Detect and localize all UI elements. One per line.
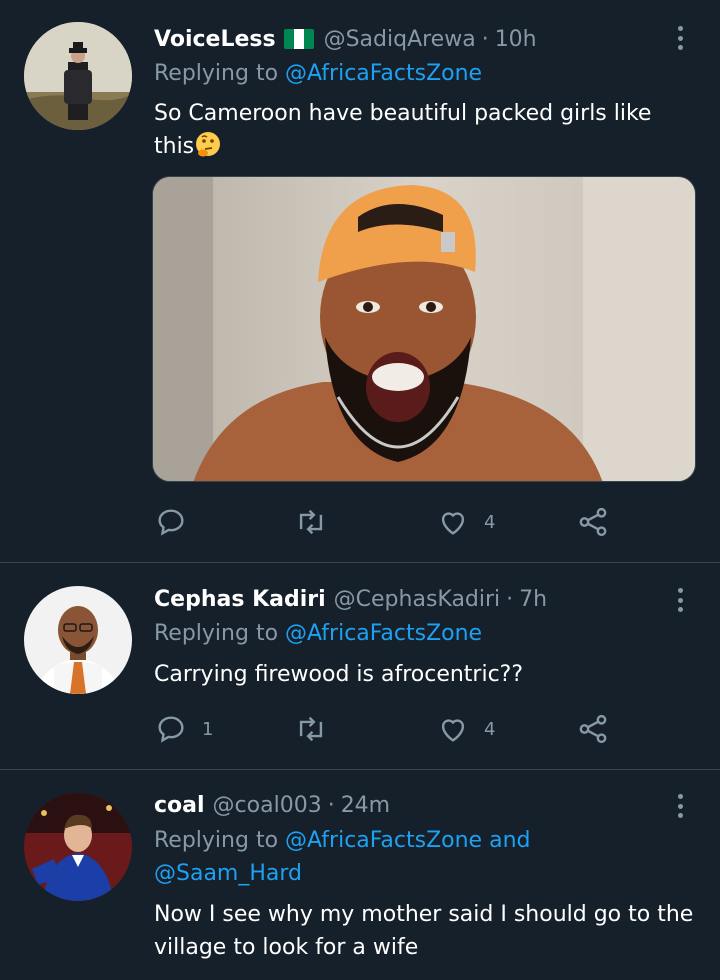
tweet-header: coal @coal003 · 24m bbox=[154, 788, 390, 822]
tweet-actions: 4 bbox=[154, 502, 624, 542]
retweet-button[interactable] bbox=[294, 502, 342, 542]
tweet-text: So Cameroon have beautiful packed girls … bbox=[154, 97, 694, 163]
separator-dot: · bbox=[481, 26, 489, 52]
nigeria-flag-icon bbox=[283, 29, 314, 49]
thinking-face-icon bbox=[196, 132, 221, 157]
reply-button[interactable]: 1 bbox=[154, 709, 213, 749]
like-icon bbox=[441, 719, 465, 742]
display-name[interactable]: VoiceLess bbox=[154, 27, 276, 52]
tweet-3[interactable]: coal @coal003 · 24m Replying to @AfricaF… bbox=[0, 770, 720, 980]
avatar-image bbox=[24, 22, 132, 130]
replying-prefix: Replying to bbox=[154, 61, 279, 86]
mention-link[interactable]: @Saam_Hard bbox=[154, 861, 302, 886]
retweet-button[interactable] bbox=[294, 709, 342, 749]
more-vertical-icon[interactable] bbox=[670, 23, 690, 53]
timestamp[interactable]: 10h bbox=[495, 27, 537, 52]
display-name[interactable]: coal bbox=[154, 793, 205, 818]
replying-prefix: Replying to bbox=[154, 621, 279, 646]
share-button[interactable] bbox=[576, 709, 610, 749]
like-count: 4 bbox=[484, 718, 496, 740]
tweet-2[interactable]: Cephas Kadiri @CephasKadiri · 7h Replyin… bbox=[0, 563, 720, 768]
mention-link[interactable]: @AfricaFactsZone bbox=[285, 828, 482, 853]
tweet-header: Cephas Kadiri @CephasKadiri · 7h bbox=[154, 582, 547, 616]
avatar[interactable] bbox=[24, 22, 132, 130]
tweet-actions: 1 4 bbox=[154, 709, 624, 749]
like-count: 4 bbox=[484, 511, 496, 533]
tweet-1[interactable]: VoiceLess @SadiqArewa · 10h Replying to … bbox=[0, 0, 720, 562]
timestamp[interactable]: 24m bbox=[341, 793, 390, 818]
replying-to: Replying to @AfricaFactsZone bbox=[154, 57, 482, 90]
avatar-image bbox=[24, 586, 132, 694]
display-name[interactable]: Cephas Kadiri bbox=[154, 587, 326, 612]
more-vertical-icon[interactable] bbox=[670, 791, 690, 821]
avatar-image bbox=[24, 793, 132, 901]
separator-dot: · bbox=[327, 792, 335, 818]
handle[interactable]: @CephasKadiri bbox=[334, 587, 501, 612]
tweet-text: Carrying firewood is afrocentric?? bbox=[154, 662, 524, 687]
like-button[interactable]: 4 bbox=[436, 502, 495, 542]
timestamp[interactable]: 7h bbox=[519, 587, 547, 612]
tweet-header: VoiceLess @SadiqArewa · 10h bbox=[154, 22, 537, 56]
retweet-icon bbox=[299, 716, 323, 742]
avatar[interactable] bbox=[24, 793, 132, 901]
reply-button[interactable] bbox=[154, 502, 202, 542]
handle[interactable]: @coal003 bbox=[213, 793, 322, 818]
mention-link[interactable]: @AfricaFactsZone bbox=[285, 621, 482, 646]
reply-conjunction: and bbox=[489, 828, 531, 853]
replying-to: Replying to @AfricaFactsZone and bbox=[154, 824, 530, 857]
tweet-text-body: So Cameroon have beautiful packed girls … bbox=[154, 101, 652, 159]
separator-dot: · bbox=[506, 586, 514, 612]
avatar[interactable] bbox=[24, 586, 132, 694]
share-button[interactable] bbox=[576, 502, 610, 542]
reply-icon bbox=[158, 716, 184, 743]
handle[interactable]: @SadiqArewa bbox=[324, 27, 476, 52]
like-icon bbox=[441, 512, 465, 535]
reply-icon bbox=[158, 509, 184, 536]
retweet-icon bbox=[299, 509, 323, 535]
share-icon bbox=[579, 507, 607, 537]
tweet-media-photo[interactable] bbox=[152, 176, 696, 482]
replying-to: Replying to @AfricaFactsZone bbox=[154, 617, 482, 650]
tweet-text: Now I see why my mother said I should go… bbox=[154, 902, 694, 960]
replying-prefix: Replying to bbox=[154, 828, 279, 853]
photo-image bbox=[153, 177, 695, 481]
more-vertical-icon[interactable] bbox=[670, 585, 690, 615]
reply-count: 1 bbox=[202, 718, 214, 740]
share-icon bbox=[579, 714, 607, 744]
replying-to-continued: @Saam_Hard bbox=[154, 857, 302, 890]
mention-link[interactable]: @AfricaFactsZone bbox=[285, 61, 482, 86]
like-button[interactable]: 4 bbox=[436, 709, 495, 749]
